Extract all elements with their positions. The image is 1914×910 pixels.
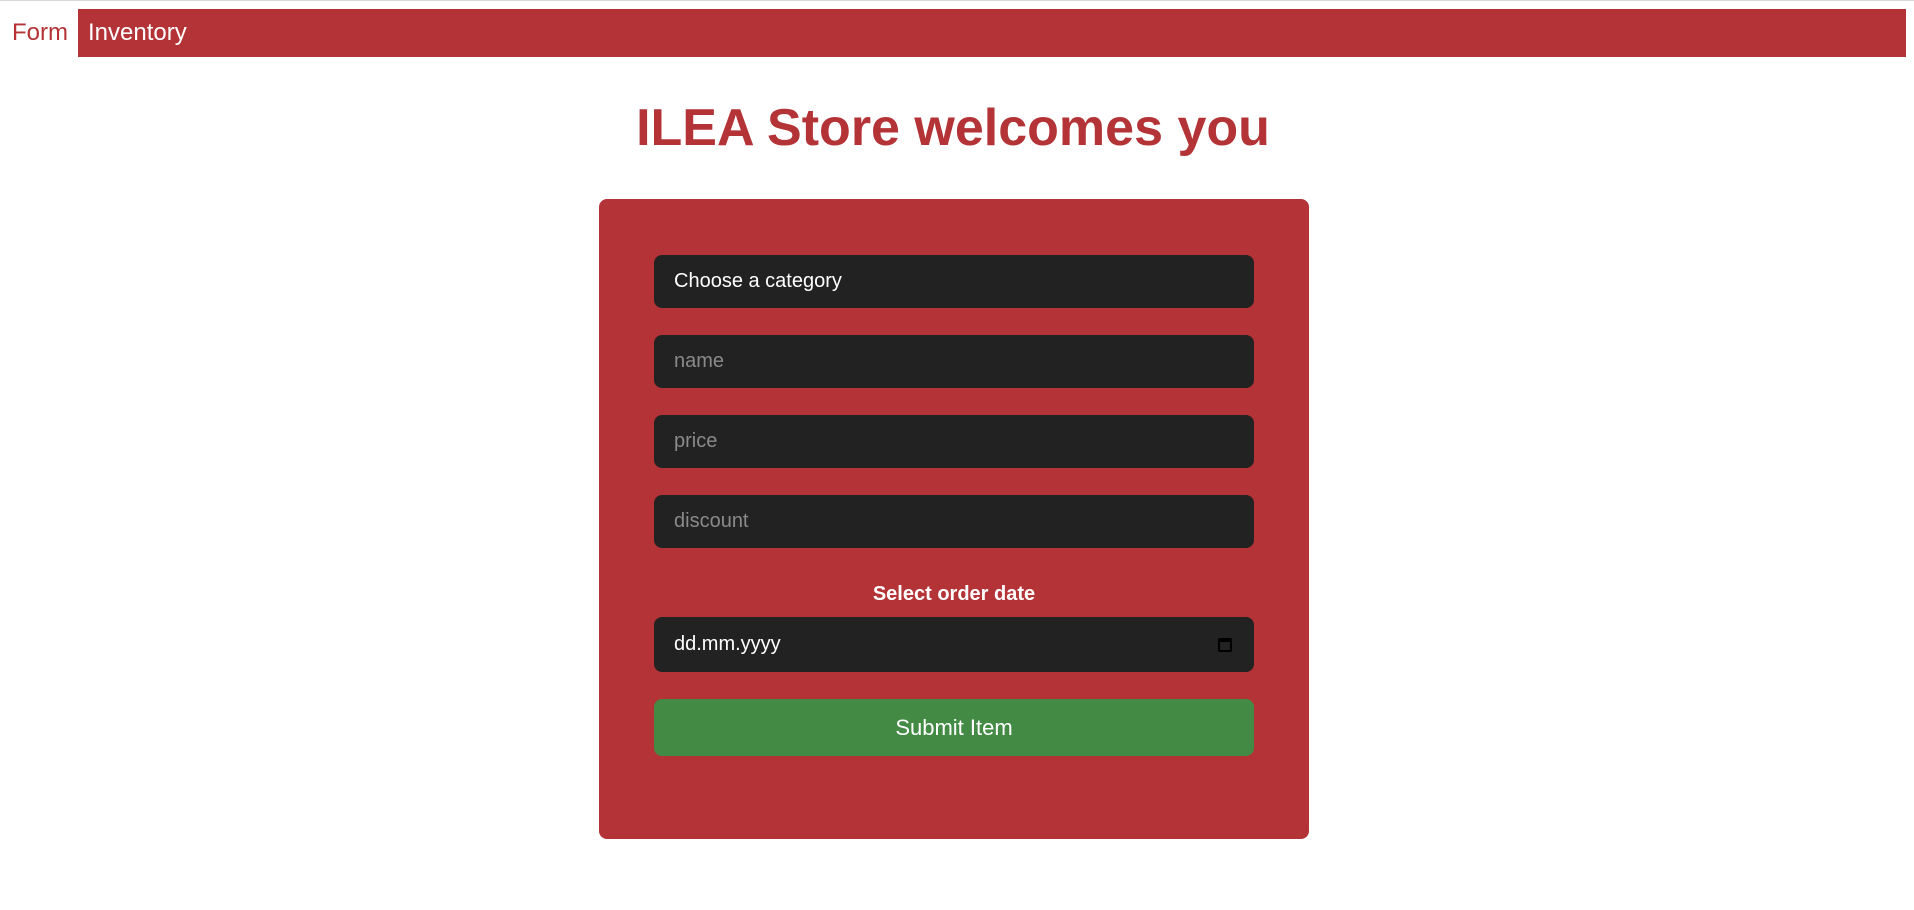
price-input[interactable]	[654, 415, 1254, 468]
name-input[interactable]	[654, 335, 1254, 388]
item-form: Choose a category Select order date dd.m…	[599, 199, 1309, 839]
nav-item-inventory[interactable]: Inventory	[78, 9, 1906, 57]
date-label: Select order date	[872, 583, 1036, 605]
submit-item-button[interactable]: Submit Item	[654, 699, 1254, 756]
page-title: ILEA Store welcomes you	[636, 99, 1270, 157]
category-select[interactable]: Choose a category	[654, 255, 1254, 308]
calendar-icon[interactable]	[1218, 637, 1232, 652]
order-date-input[interactable]: dd.mm.yyyy	[654, 617, 1254, 672]
nav-item-form[interactable]: Form	[0, 9, 78, 57]
category-select-value: Choose a category	[674, 270, 842, 292]
top-navbar: Form Inventory	[0, 9, 1906, 57]
top-border	[0, 0, 1914, 1]
date-placeholder: dd.mm.yyyy	[674, 633, 781, 655]
discount-input[interactable]	[654, 495, 1254, 548]
